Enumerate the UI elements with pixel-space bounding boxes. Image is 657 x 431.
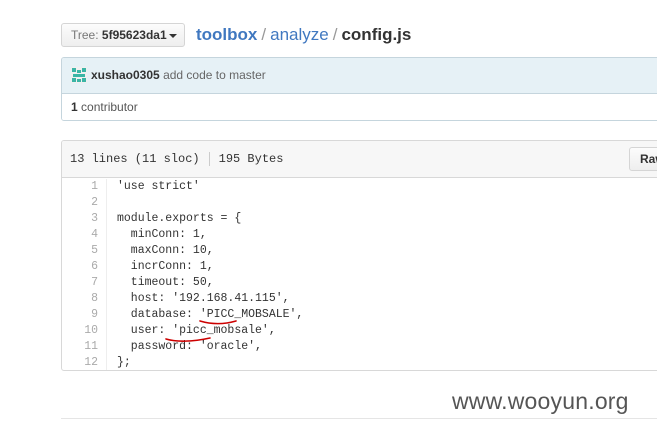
commit-author-link[interactable]: xushao0305: [91, 68, 160, 82]
code-text: timeout: 50,: [117, 276, 214, 289]
line-number[interactable]: 9: [62, 307, 98, 323]
file-size: 195 Bytes: [218, 152, 284, 166]
code-text: };: [117, 356, 131, 369]
code-line: 6 incrConn: 1,: [62, 259, 657, 275]
code-text: host: '192.168.41.115',: [117, 292, 290, 305]
breadcrumb-repo-link[interactable]: toolbox: [196, 25, 257, 44]
contributors-label: contributor: [81, 100, 138, 114]
line-number[interactable]: 5: [62, 243, 98, 259]
code-text: 'use strict': [117, 180, 200, 193]
code-line: 1 'use strict': [62, 179, 657, 195]
commit-tease: xushao0305 add code to master 1 contribu…: [61, 57, 657, 121]
code-line: 11 password: 'oracle',: [62, 339, 657, 355]
divider: [61, 418, 657, 419]
code-line: 3 module.exports = {: [62, 211, 657, 227]
code-line: 4 minConn: 1,: [62, 227, 657, 243]
code-line: 12};: [62, 355, 657, 370]
breadcrumb-folder-link[interactable]: analyze: [270, 25, 329, 44]
contributors-count: 1: [71, 100, 78, 114]
file-viewer: 13 lines (11 sloc) 195 Bytes Raw 1 'use st…: [61, 140, 657, 371]
line-number[interactable]: 11: [62, 339, 98, 355]
latest-commit: xushao0305 add code to master: [62, 58, 657, 94]
code-text: user: 'picc_mobsale',: [117, 324, 276, 337]
code-text: module.exports = {: [117, 212, 242, 225]
branch-tree-button[interactable]: Tree: 5f95623da1: [61, 23, 185, 47]
line-number[interactable]: 2: [62, 195, 98, 211]
code-line: 7 timeout: 50,: [62, 275, 657, 291]
code-line: 9 database: 'PICC_MOBSALE',: [62, 307, 657, 323]
file-info-bar: 13 lines (11 sloc) 195 Bytes Raw: [62, 141, 657, 178]
line-number[interactable]: 10: [62, 323, 98, 339]
avatar[interactable]: [71, 66, 87, 83]
line-number[interactable]: 6: [62, 259, 98, 275]
file-line-count: 13 lines (11 sloc): [70, 152, 200, 166]
line-number[interactable]: 12: [62, 355, 98, 370]
breadcrumb-separator: /: [332, 25, 338, 44]
code-text: maxConn: 10,: [117, 244, 214, 257]
raw-button[interactable]: Raw: [629, 147, 657, 171]
line-number[interactable]: 8: [62, 291, 98, 307]
code-line: 2: [62, 195, 657, 211]
code-listing: 1 'use strict' 2 3 module.exports = { 4 minCo…: [62, 178, 657, 370]
line-number[interactable]: 7: [62, 275, 98, 291]
line-number[interactable]: 3: [62, 211, 98, 227]
breadcrumb-separator: /: [261, 25, 267, 44]
breadcrumb: toolbox / analyze / config.js: [196, 23, 411, 47]
breadcrumb-file-name: config.js: [341, 25, 412, 44]
info-divider: [208, 151, 210, 166]
code-text: database: 'PICC_MOBSALE',: [117, 308, 304, 321]
code-line: 8 host: '192.168.41.115',: [62, 291, 657, 307]
contributors-summary[interactable]: 1 contributor: [62, 94, 657, 120]
code-text: password: 'oracle',: [117, 340, 262, 353]
tree-label: Tree:: [71, 28, 99, 42]
tree-sha: 5f95623da1: [101, 28, 167, 42]
chevron-down-icon: [169, 34, 177, 38]
code-text: incrConn: 1,: [117, 260, 214, 273]
line-number[interactable]: 1: [62, 179, 98, 195]
commit-message-link[interactable]: add code to master: [163, 68, 266, 82]
code-line: 5 maxConn: 10,: [62, 243, 657, 259]
code-line: 10 user: 'picc_mobsale',: [62, 323, 657, 339]
code-text: minConn: 1,: [117, 228, 207, 241]
watermark-text: www.wooyun.org: [452, 388, 629, 414]
line-number[interactable]: 4: [62, 227, 98, 243]
